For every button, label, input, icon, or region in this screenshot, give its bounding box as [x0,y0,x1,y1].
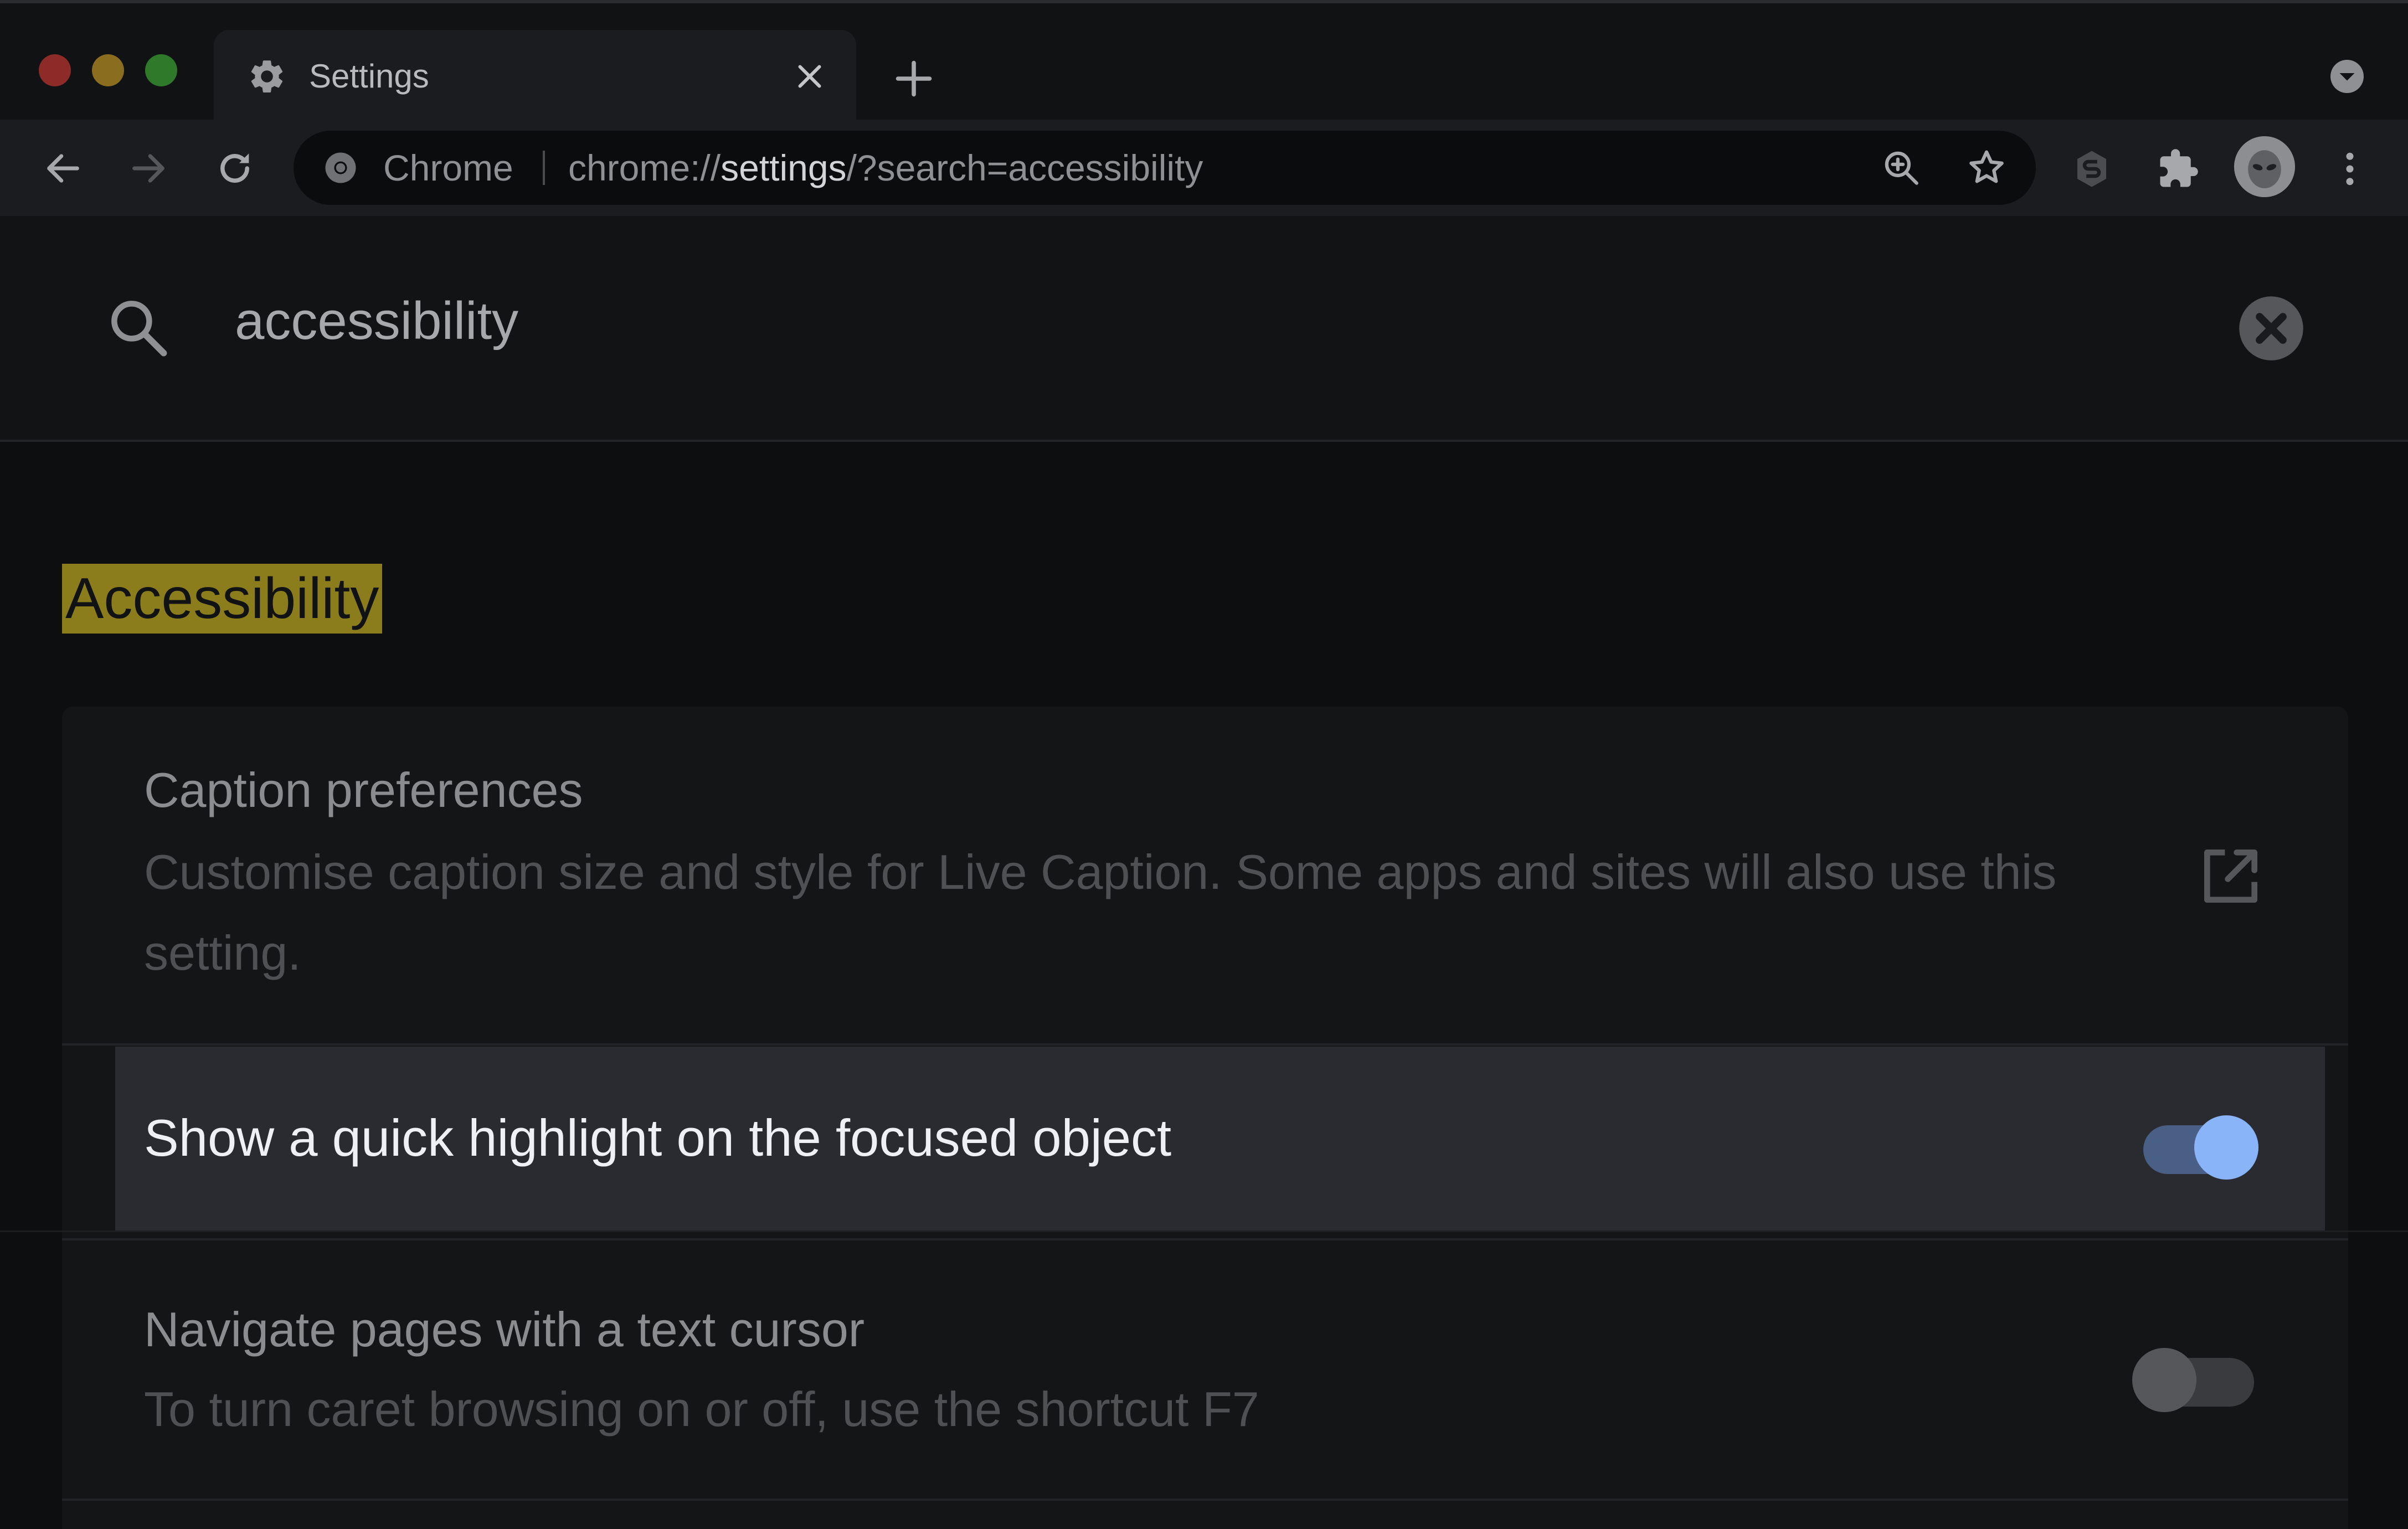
caption-preferences-description: Customise caption size and style for Liv… [144,845,2057,980]
url-scheme: chrome:// [568,147,721,188]
reload-icon[interactable] [214,147,256,189]
caption-preferences-title[interactable]: Caption preferences [144,760,583,821]
extensions-puzzle-icon[interactable] [2157,147,2200,191]
url-host: settings [721,147,847,188]
focus-highlight-row[interactable]: Show a quick highlight on the focused ob… [115,1047,2325,1231]
focus-highlight-toggle[interactable] [2132,1103,2260,1180]
extension-s-icon[interactable] [2070,147,2113,191]
toggle-knob [2132,1348,2196,1412]
zoom-in-icon[interactable] [1881,147,1922,188]
settings-search-bar [0,216,2408,442]
row-divider [62,1043,2348,1046]
bookmark-star-icon[interactable] [1966,147,2007,188]
settings-search-input[interactable] [235,288,2118,354]
caret-browsing-description: To turn caret browsing on or off, use th… [144,1382,1259,1437]
close-tab-icon[interactable] [793,60,826,93]
minimize-window-button[interactable] [92,54,124,86]
tab-settings[interactable]: Settings [214,30,856,123]
address-separator [543,151,545,185]
row-divider [62,1499,2348,1501]
clear-search-icon[interactable] [2236,294,2306,363]
caret-browsing-title: Navigate pages with a text cursor [144,1302,865,1357]
toggle-knob [2194,1115,2258,1180]
chrome-logo-icon [325,152,356,183]
focus-highlight-title: Show a quick highlight on the focused ob… [144,1109,1172,1167]
site-chip-label: Chrome [383,147,513,188]
search-icon [111,301,167,357]
back-arrow-icon[interactable] [42,147,84,189]
caret-browsing-toggle[interactable] [2132,1336,2260,1412]
gear-icon [251,60,283,93]
url-text[interactable]: chrome://settings/?search=accessibility [568,146,1203,189]
profile-avatar[interactable] [2234,136,2295,197]
forward-arrow-icon[interactable] [127,147,169,189]
new-tab-icon[interactable] [893,58,935,100]
tab-search-icon[interactable] [2327,56,2367,96]
overlay-edge [0,1231,2408,1232]
tab-strip: Settings [0,0,2408,123]
row-divider [62,1238,2348,1240]
maximize-window-button[interactable] [145,54,177,86]
close-window-button[interactable] [39,54,71,86]
browser-toolbar: Chrome chrome://settings/?search=accessi… [0,120,2408,216]
tab-title: Settings [309,58,429,95]
address-bar[interactable]: Chrome chrome://settings/?search=accessi… [294,131,2036,205]
url-path: /?search=accessibility [846,147,1203,188]
open-in-new-icon[interactable] [2195,841,2266,912]
browser-window: Settings Chrome chrome://settings/?searc… [0,0,2408,1529]
kebab-menu-icon[interactable] [2328,147,2371,191]
section-title-accessibility: Accessibility [62,564,383,634]
alien-avatar-icon [2234,136,2295,197]
